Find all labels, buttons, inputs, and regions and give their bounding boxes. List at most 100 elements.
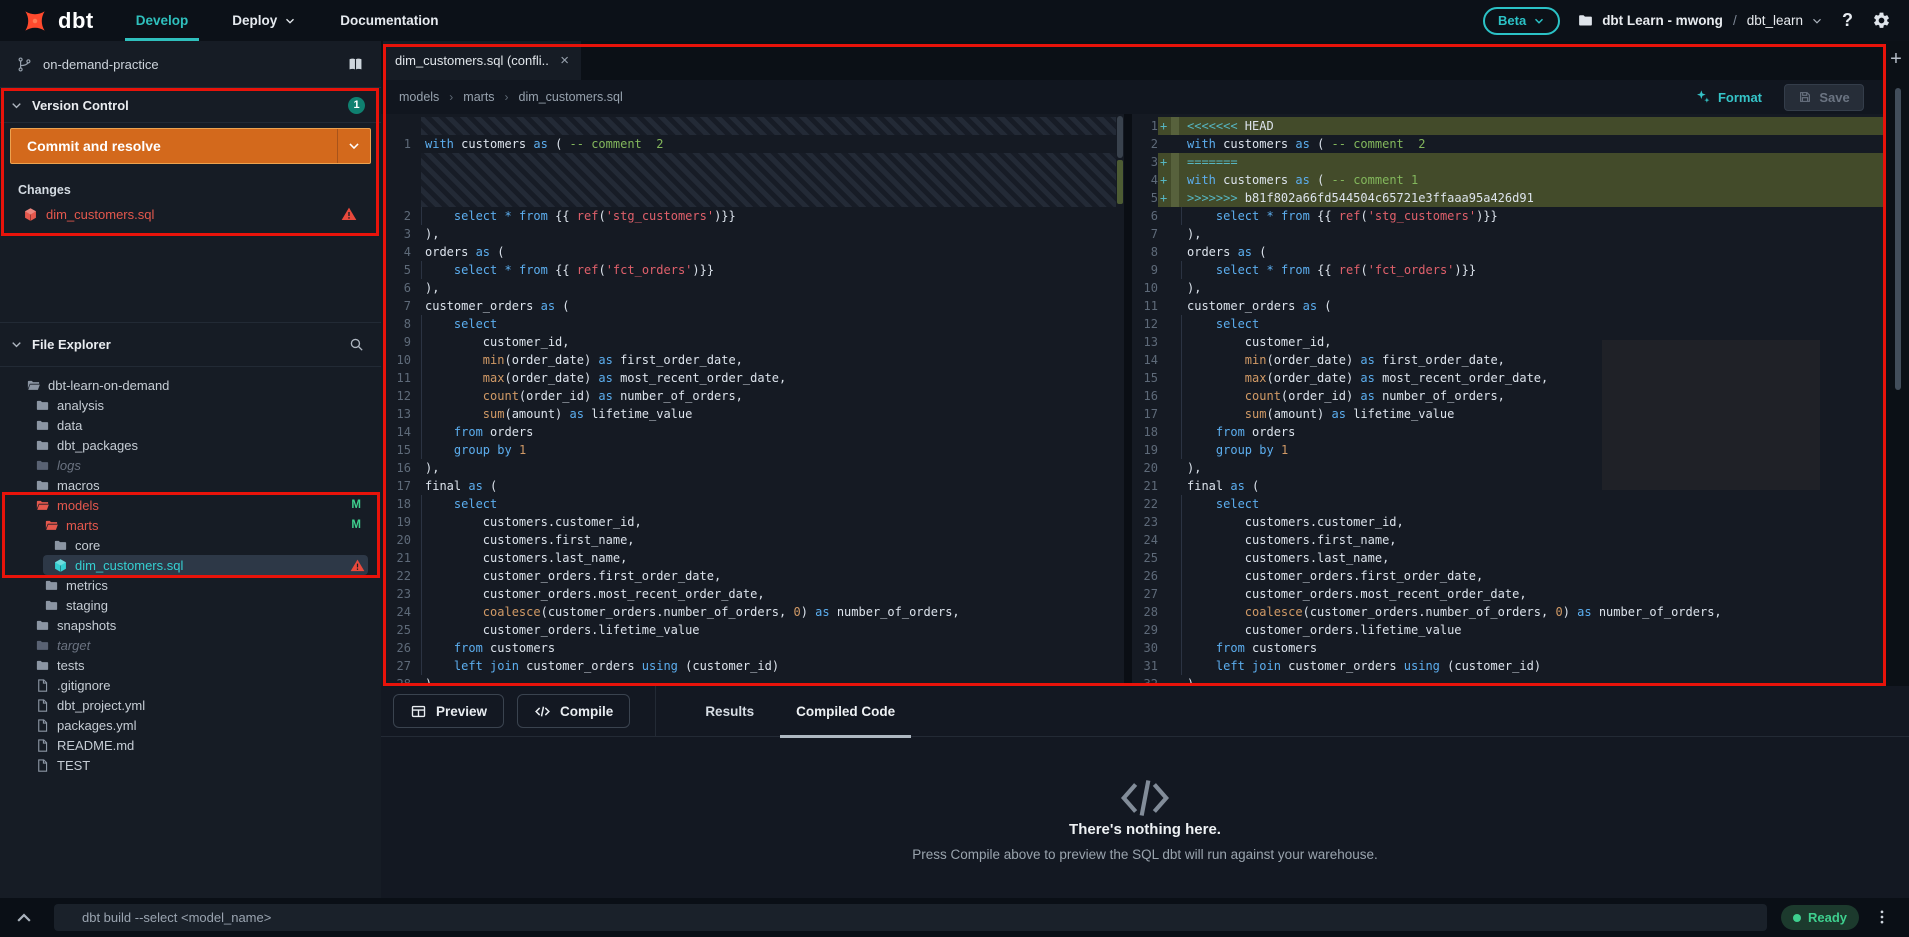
editor-pane-left[interactable]: 1 with customers as ( -- comment 2 2 selec… — [381, 114, 1124, 686]
tree-item-dbt_project.yml[interactable]: dbt_project.yml — [0, 695, 381, 715]
docs-book-icon[interactable] — [346, 55, 365, 74]
gutter-strip — [1171, 585, 1179, 603]
code-line-2: 2 select * from {{ ref('stg_customers')}… — [381, 207, 1124, 225]
nav-item-documentation[interactable]: Documentation — [318, 0, 460, 41]
gutter-strip — [1171, 549, 1179, 567]
branch-selector[interactable]: on-demand-practice — [0, 41, 381, 88]
folder-open-icon — [26, 378, 41, 393]
added-line-marker — [1158, 585, 1171, 603]
line-number: 1 — [1132, 117, 1158, 135]
tree-item-TEST[interactable]: TEST — [0, 755, 381, 775]
left-pane-scrollbar[interactable] — [1117, 116, 1123, 158]
line-number: 30 — [1132, 639, 1158, 657]
gutter-strip — [1171, 621, 1179, 639]
tree-item-packages.yml[interactable]: packages.yml — [0, 715, 381, 735]
tree-item-core[interactable]: core — [0, 535, 381, 555]
tree-item-README.md[interactable]: README.md — [0, 735, 381, 755]
added-line-marker — [1158, 639, 1171, 657]
tree-item-dbt-learn-on-demand[interactable]: dbt-learn-on-demand — [0, 375, 381, 395]
tree-item-dim_customers.sql[interactable]: dim_customers.sql — [0, 555, 381, 575]
nav-item-deploy[interactable]: Deploy — [210, 0, 318, 41]
close-icon[interactable]: × — [560, 53, 569, 68]
tree-item-tests[interactable]: tests — [0, 655, 381, 675]
code-text: select — [1179, 315, 1886, 333]
settings-gear-icon[interactable] — [1872, 11, 1891, 30]
command-input[interactable]: dbt build --select <model_name> — [54, 904, 1767, 931]
command-placeholder: dbt build --select <model_name> — [82, 910, 272, 925]
kebab-menu-icon[interactable] — [1873, 908, 1891, 928]
dbt-logo[interactable]: dbt — [0, 6, 114, 36]
changes-item-label: dim_customers.sql — [46, 206, 155, 222]
added-line-marker — [1158, 369, 1171, 387]
tree-item-data[interactable]: data — [0, 415, 381, 435]
save-button[interactable]: Save — [1784, 83, 1864, 111]
code-line-8: 8 orders as ( — [1132, 243, 1886, 261]
tree-item-marts[interactable]: marts M — [0, 515, 381, 535]
line-number: 18 — [1132, 423, 1158, 441]
preview-button[interactable]: Preview — [393, 694, 505, 728]
code-text: final as ( — [425, 479, 498, 493]
folder-icon — [53, 538, 68, 553]
added-line-marker — [1158, 513, 1171, 531]
chevron-up-icon[interactable] — [14, 908, 34, 928]
tree-item-.gitignore[interactable]: .gitignore — [0, 675, 381, 695]
version-control-header[interactable]: Version Control 1 — [0, 88, 381, 123]
line-number: 7 — [381, 297, 411, 315]
tree-item-label: logs — [57, 457, 81, 473]
tree-item-dbt_packages[interactable]: dbt_packages — [0, 435, 381, 455]
compile-button[interactable]: Compile — [517, 694, 631, 728]
code-text: ), — [1187, 227, 1202, 241]
folder-open-icon — [44, 518, 59, 533]
nav-item-develop[interactable]: Develop — [114, 0, 211, 41]
code-text: select * from {{ ref('stg_customers')}} — [411, 207, 1124, 225]
code-text: ) — [425, 677, 433, 686]
file-icon — [35, 738, 50, 753]
new-tab-button[interactable]: + — [1887, 49, 1905, 69]
tree-item-metrics[interactable]: metrics — [0, 575, 381, 595]
brand-name: dbt — [58, 7, 94, 33]
tree-item-snapshots[interactable]: snapshots — [0, 615, 381, 635]
search-icon[interactable] — [348, 336, 365, 353]
gutter-strip — [1171, 117, 1179, 135]
editor-scrollbar[interactable] — [1895, 88, 1901, 390]
changes-label: Changes — [18, 183, 71, 197]
code-text: customers.customer_id, — [1179, 513, 1886, 531]
help-button[interactable]: ? — [1840, 10, 1855, 31]
code-line-22: 22 customer_orders.first_order_date, — [381, 567, 1124, 585]
code-line-4: 4 + with customers as ( -- comment 1 — [1132, 171, 1886, 189]
gutter-strip — [1171, 495, 1179, 513]
tab-results[interactable]: Results — [684, 686, 775, 737]
dbt-ide-screen: dbt Develop Deploy Documentation Beta dbt … — [0, 0, 1909, 937]
line-number: 31 — [1132, 657, 1158, 675]
code-line-9: 9 select * from {{ ref('fct_orders')}} — [1132, 261, 1886, 279]
commit-and-resolve-button[interactable]: Commit and resolve — [10, 128, 371, 164]
tree-item-staging[interactable]: staging — [0, 595, 381, 615]
chevron-down-icon — [347, 139, 361, 153]
line-number: 6 — [1132, 207, 1158, 225]
changes-item-dim_customers.sql[interactable]: dim_customers.sql — [10, 203, 371, 225]
gutter-strip — [1171, 351, 1179, 369]
commit-button-label[interactable]: Commit and resolve — [11, 129, 337, 163]
added-line-marker — [1158, 567, 1171, 585]
added-line-marker — [1158, 297, 1171, 315]
beta-dropdown[interactable]: Beta — [1483, 6, 1561, 35]
format-button[interactable]: Format — [1695, 89, 1762, 105]
tree-item-target[interactable]: target — [0, 635, 381, 655]
file-tree: dbt-learn-on-demand analysis data dbt_packa… — [0, 367, 381, 898]
tree-item-label: .gitignore — [57, 677, 111, 693]
tab-compiled-code[interactable]: Compiled Code — [775, 686, 916, 738]
commit-options-caret[interactable] — [337, 129, 370, 163]
tree-item-macros[interactable]: macros — [0, 475, 381, 495]
tree-item-logs[interactable]: logs — [0, 455, 381, 475]
line-number: 16 — [381, 459, 411, 477]
tree-item-models[interactable]: models M — [0, 495, 381, 515]
tab-dim-customers[interactable]: dim_customers.sql (confli... × — [383, 41, 581, 80]
code-line-5: 5 + >>>>>>> b81f802a66fd544504c65721e3ffaa… — [1132, 189, 1886, 207]
tree-item-analysis[interactable]: analysis — [0, 395, 381, 415]
file-explorer-header[interactable]: File Explorer — [0, 322, 381, 367]
gutter-strip — [1171, 369, 1179, 387]
tree-item-label: snapshots — [57, 617, 117, 633]
diff-spacer — [421, 117, 1116, 135]
project-switcher[interactable]: dbt Learn - mwong / dbt_learn — [1577, 12, 1823, 29]
added-line-marker: + — [1160, 155, 1168, 169]
